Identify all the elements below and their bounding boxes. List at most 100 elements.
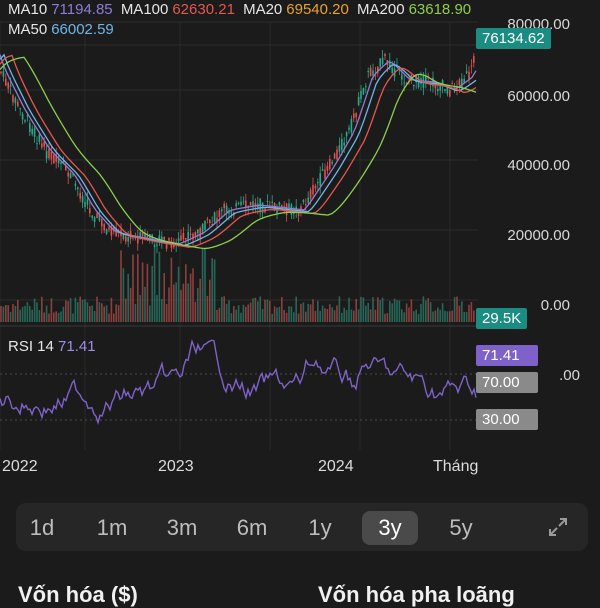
rsi-label: RSI 14 [8, 338, 54, 355]
candle-body [96, 213, 98, 219]
candle-body [5, 78, 7, 86]
candle-body [240, 201, 242, 206]
candle-body [189, 233, 192, 235]
volume-bar [470, 302, 473, 322]
volume-bar [165, 303, 168, 322]
candle-body [401, 74, 403, 80]
candle-body [223, 203, 225, 209]
candle-body [293, 212, 295, 214]
volume-bar [353, 310, 355, 322]
candle-body [321, 169, 324, 171]
candle-body [101, 219, 103, 227]
volume-bar [213, 259, 216, 322]
volume-bar [415, 309, 417, 322]
volume-bar [197, 287, 199, 322]
tab-1m[interactable]: 1m [88, 511, 136, 545]
volume-bar [153, 239, 156, 322]
volume-bar [345, 309, 348, 322]
expand-icon[interactable] [546, 515, 570, 539]
candle-body [372, 70, 374, 76]
candle-body [329, 158, 331, 170]
volume-bar [422, 296, 425, 322]
volume-bar [177, 266, 180, 322]
volume-bar [290, 306, 293, 322]
volume-bar [374, 309, 377, 322]
candle-body [449, 90, 451, 97]
volume-bar [357, 309, 360, 322]
tab-5y[interactable]: 5y [438, 511, 484, 545]
volume-bar [269, 300, 271, 322]
volume-bar [21, 306, 24, 322]
volume-bar [401, 309, 403, 322]
volume-bar [33, 298, 36, 322]
candle-body [204, 220, 206, 230]
candle-body [307, 197, 309, 203]
volume-bar [158, 251, 161, 322]
current-price-tag: 76134.62 [476, 28, 551, 49]
tab-3y[interactable]: 3y [362, 511, 418, 545]
volume-bar [365, 305, 367, 322]
volume-bar [129, 287, 132, 322]
volume-bar [216, 309, 218, 322]
volume-bar [468, 304, 470, 322]
candle-body [79, 192, 81, 199]
volume-bar [225, 303, 228, 322]
x-axis-month: Tháng [433, 458, 479, 475]
candle-body [317, 182, 319, 184]
candle-body [67, 172, 69, 177]
volume-bar [446, 311, 449, 322]
volume-bar [211, 258, 213, 322]
candle-body [345, 132, 348, 137]
volume-bar [117, 305, 120, 322]
candle-body [48, 148, 50, 159]
candle-body [326, 165, 329, 171]
volume-bar [367, 303, 369, 322]
volume-bar [108, 313, 110, 322]
volume-bar [206, 295, 209, 322]
volume-bar [451, 310, 453, 322]
candle-body [69, 172, 72, 178]
volume-bar [249, 302, 252, 322]
candle-body [103, 224, 105, 231]
volume-bar [369, 309, 372, 322]
candle-body [199, 228, 201, 239]
candle-body [369, 67, 372, 77]
volume-bar [120, 250, 122, 322]
market-cap-label: Vốn hóa ($) [18, 582, 138, 607]
volume-bar [458, 305, 461, 322]
rsi-overbought-tag: 70.00 [476, 372, 538, 393]
candle-body [309, 189, 312, 199]
volume-bar [223, 296, 225, 322]
volume-bar [444, 310, 446, 322]
candle-body [127, 237, 129, 242]
tab-6m[interactable]: 6m [228, 511, 276, 545]
volume-bar [271, 313, 273, 322]
tab-1y[interactable]: 1y [298, 511, 342, 545]
volume-bar [432, 311, 434, 322]
candle-body [314, 185, 317, 189]
candle-body [357, 97, 360, 106]
volume-bar [441, 303, 444, 322]
volume-bar [379, 300, 381, 322]
rsi-value-tag: 71.41 [476, 345, 538, 366]
candle-body [21, 113, 24, 120]
candle-body [9, 84, 12, 87]
candle-body [17, 101, 19, 107]
candle-body [319, 173, 321, 186]
volume-bar [465, 312, 468, 322]
candle-body [81, 195, 84, 203]
volume-bar [132, 254, 134, 322]
candle-body [221, 209, 223, 212]
candle-body [444, 89, 446, 91]
tab-3m[interactable]: 3m [158, 511, 206, 545]
candle-body [33, 128, 36, 137]
volume-bar [276, 307, 278, 322]
volume-bar [410, 299, 413, 322]
candle-body [461, 78, 463, 88]
candle-body [206, 218, 209, 220]
volume-bar [321, 305, 324, 322]
volume-bar [305, 311, 307, 322]
candle-body [213, 212, 216, 223]
volume-bar [350, 309, 353, 322]
tab-1d[interactable]: 1d [22, 511, 62, 545]
